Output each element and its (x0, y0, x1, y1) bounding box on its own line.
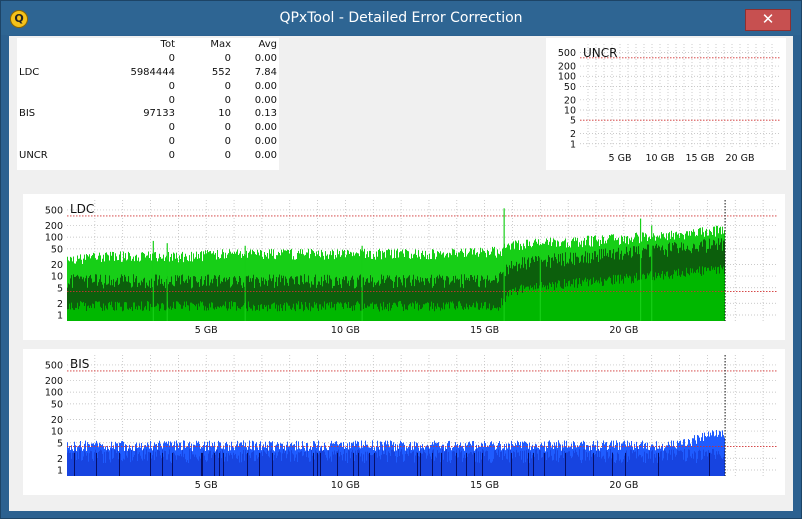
close-button[interactable]: ✕ (745, 9, 791, 31)
title-bar[interactable]: Q QPxTool - Detailed Error Correction ✕ (1, 1, 801, 35)
stats-cell-max: 0 (224, 94, 231, 106)
stats-row: 0 0 0.00 (17, 52, 279, 66)
bis-chart-panel: 500 200 100 50 20 10 5 2 1 5 GB 10 GB 15 GB 20 GB BIS (23, 349, 785, 495)
y-tick-label: 50 (51, 244, 63, 255)
stats-cell-max: 0 (224, 80, 231, 92)
stats-cell-label (17, 93, 99, 107)
stats-cell-avg: 0.00 (254, 94, 277, 106)
stats-row: 0 0 0.00 (17, 79, 279, 93)
y-tick-label: 20 (51, 260, 63, 271)
x-tick-label: 20 GB (726, 153, 755, 164)
x-tick-label: 15 GB (470, 480, 499, 491)
stats-cell-max: 10 (218, 108, 231, 120)
y-tick-label: 200 (45, 221, 63, 232)
stats-cell-label (17, 52, 99, 66)
stats-cell-label: LDC (19, 66, 40, 78)
y-tick-label: 5 (57, 438, 63, 449)
stats-cell-max: 552 (211, 66, 231, 78)
stats-table: Tot Max Avg 0 0 0.00 LDC 5984444 552 7.84 0 0 0.00 0 0… (17, 38, 279, 170)
stats-cell-avg: 0.00 (254, 80, 277, 92)
stats-header-cell: Tot (160, 39, 175, 51)
stats-cell-label: BIS (19, 108, 36, 120)
y-tick-label: 50 (51, 399, 63, 410)
stats-cell-max: 0 (224, 53, 231, 65)
y-tick-label: 1 (570, 139, 576, 150)
chart-title: UNCR (583, 46, 617, 60)
y-tick-label: 1 (57, 465, 63, 476)
stats-cell-tot: 0 (168, 135, 175, 147)
x-tick-label: 10 GB (646, 153, 675, 164)
stats-header-row: Tot Max Avg (17, 38, 279, 52)
y-tick-label: 500 (45, 205, 63, 216)
stats-cell-tot: 0 (168, 53, 175, 65)
y-tick-label: 10 (51, 272, 63, 283)
stats-row: 0 0 0.00 (17, 121, 279, 135)
stats-cell-tot: 5984444 (130, 66, 175, 78)
stats-cell-avg: 0.00 (254, 149, 277, 161)
stats-cell-tot: 0 (168, 94, 175, 106)
stats-cell-max: 0 (224, 135, 231, 147)
ldc-chart-panel: 500 200 100 50 20 10 5 2 1 5 GB 10 GB 15 GB 20 GB LDC (23, 194, 785, 340)
bis-data (67, 430, 725, 476)
y-tick-label: 5 (57, 283, 63, 294)
stats-cell-max: 0 (224, 149, 231, 161)
stats-cell-label: UNCR (19, 149, 48, 161)
stats-cell-label (17, 121, 99, 135)
uncr-chart-panel: 500 200 100 50 20 10 5 2 1 5 GB 10 GB 15 GB 20 GB UNC… (546, 38, 786, 170)
y-tick-label: 20 (51, 415, 63, 426)
y-tick-label: 500 (558, 48, 576, 59)
x-tick-label: 5 GB (609, 153, 632, 164)
chart-title: LDC (70, 202, 94, 216)
y-tick-label: 10 (51, 427, 63, 438)
stats-cell-tot: 97133 (143, 108, 175, 120)
window-title: QPxTool - Detailed Error Correction (279, 10, 523, 26)
x-tick-label: 5 GB (195, 480, 218, 491)
stats-cell-avg: 7.84 (254, 66, 277, 78)
ldc-chart: 5002001005020105215 GB 10 GB 15 GB 20 GBLDC (45, 200, 777, 336)
y-tick-label: 100 (45, 388, 63, 399)
x-tick-label: 20 GB (609, 325, 638, 336)
x-tick-label: 15 GB (470, 325, 499, 336)
stats-row: LDC 5984444 552 7.84 (17, 66, 279, 80)
y-tick-label: 500 (45, 360, 63, 371)
y-tick-label: 200 (45, 376, 63, 387)
stats-header-cell: Max (210, 39, 231, 51)
stats-cell-tot: 0 (168, 80, 175, 92)
stats-cell-label (17, 135, 99, 149)
stats-cell-max: 0 (224, 122, 231, 134)
chart-title: BIS (70, 357, 89, 371)
stats-cell-avg: 0.00 (254, 135, 277, 147)
stats-row: UNCR 0 0 0.00 (17, 148, 279, 162)
uncr-chart: 5002001005020105215 GB 10 GB 15 GB 20 GBUNC… (558, 44, 780, 164)
stats-cell-avg: 0.13 (254, 108, 277, 120)
x-tick-label: 10 GB (331, 325, 360, 336)
stats-header-cell: Avg (258, 39, 277, 51)
bis-chart: 5002001005020105215 GB 10 GB 15 GB 20 GBBIS (45, 355, 777, 491)
x-tick-label: 20 GB (609, 480, 638, 491)
app-window: Q QPxTool - Detailed Error Correction ✕ … (0, 0, 802, 519)
stats-cell-label (17, 79, 99, 93)
y-tick-label: 50 (564, 82, 576, 93)
stats-cell-tot: 0 (168, 149, 175, 161)
stats-row: BIS 97133 10 0.13 (17, 107, 279, 121)
x-tick-label: 5 GB (195, 325, 218, 336)
window-client-area: Tot Max Avg 0 0 0.00 LDC 5984444 552 7.84 0 0 0.00 0 0… (9, 36, 793, 511)
y-tick-label: 1 (57, 310, 63, 321)
y-tick-label: 2 (57, 454, 63, 465)
stats-header-cell (17, 38, 99, 52)
stats-cell-tot: 0 (168, 122, 175, 134)
y-tick-label: 5 (570, 116, 576, 127)
stats-row: 0 0 0.00 (17, 135, 279, 149)
stats-cell-avg: 0.00 (254, 53, 277, 65)
y-tick-label: 100 (45, 233, 63, 244)
x-tick-label: 15 GB (686, 153, 715, 164)
stats-row: 0 0 0.00 (17, 93, 279, 107)
x-tick-label: 10 GB (331, 480, 360, 491)
stats-cell-avg: 0.00 (254, 122, 277, 134)
y-tick-label: 2 (57, 299, 63, 310)
